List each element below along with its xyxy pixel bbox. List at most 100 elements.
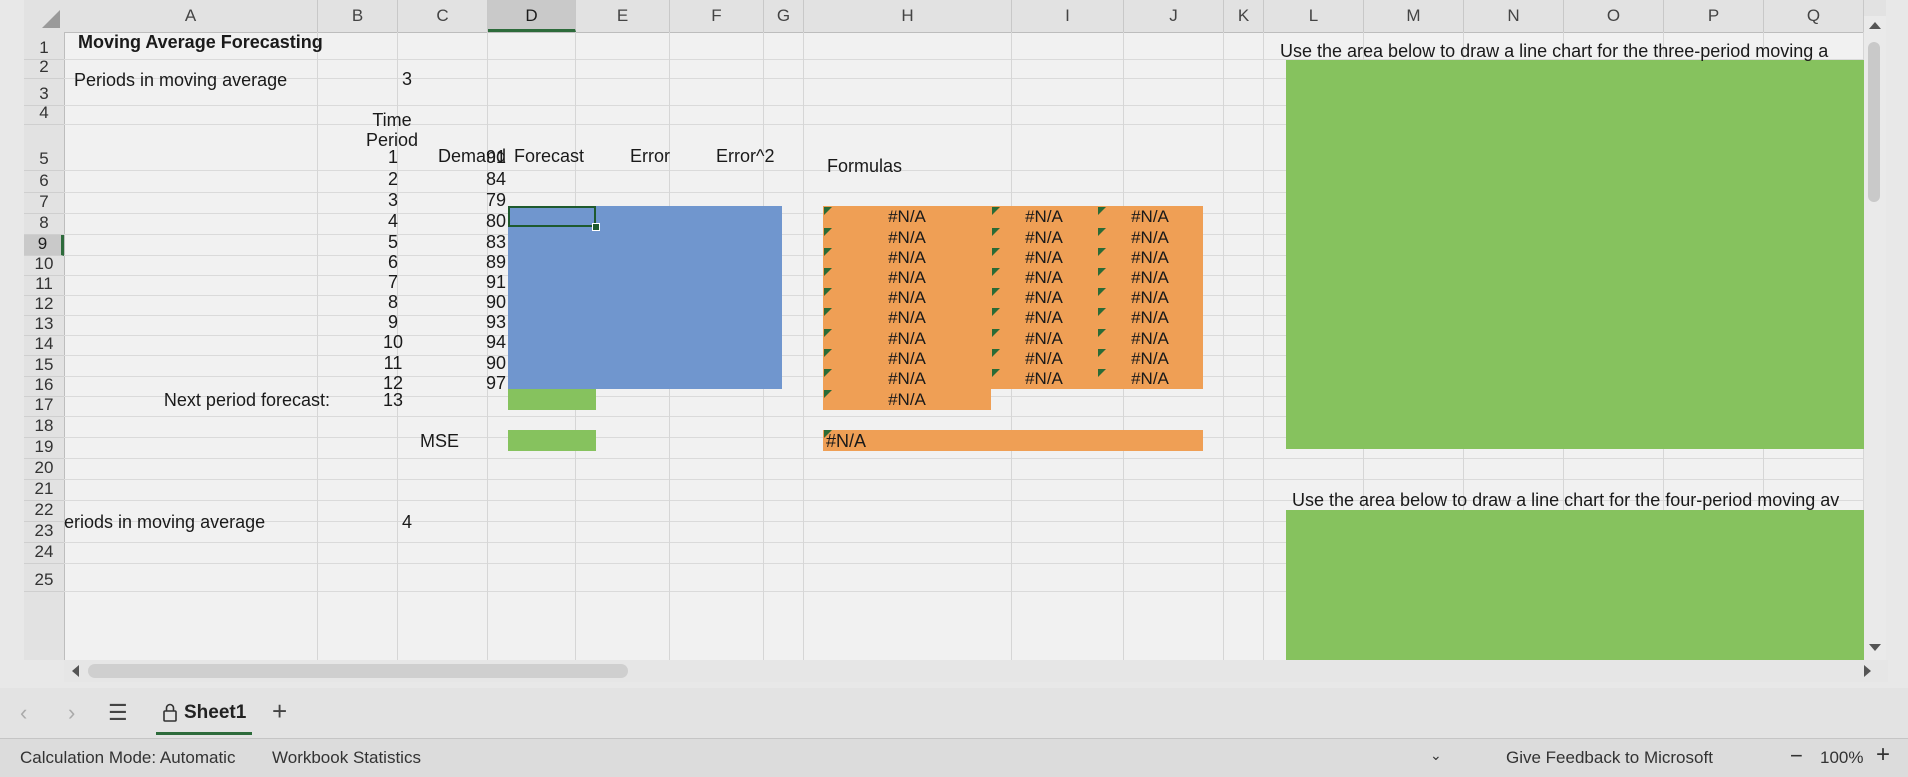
time-period-cell[interactable]: 6	[354, 252, 432, 272]
formula-error-cell[interactable]: #N/A	[823, 390, 991, 410]
demand-cell[interactable]: 91	[444, 147, 506, 167]
row-header-7[interactable]: 7	[24, 192, 64, 214]
column-header-c[interactable]: C	[398, 0, 488, 32]
formula-error-cell[interactable]: #N/A	[823, 308, 991, 328]
column-header-a[interactable]: A	[64, 0, 318, 32]
row-header-14[interactable]: 14	[24, 334, 64, 356]
chart-area-three-period[interactable]	[1286, 60, 1886, 449]
formula-error-cell[interactable]: #N/A	[1097, 349, 1203, 369]
horizontal-scroll-thumb[interactable]	[88, 664, 628, 678]
fill-handle[interactable]	[592, 223, 600, 231]
time-period-cell[interactable]: 8	[354, 292, 432, 312]
formula-error-cell[interactable]: #N/A	[991, 268, 1097, 288]
next-forecast-cell[interactable]	[508, 389, 596, 410]
chart-area-four-period[interactable]	[1286, 510, 1886, 660]
periods2-label-cell[interactable]: Periods in moving average	[64, 512, 265, 532]
formula-error-cell[interactable]: #N/A	[991, 288, 1097, 308]
column-header-h[interactable]: H	[804, 0, 1012, 32]
formula-error-cell[interactable]: #N/A	[1097, 308, 1203, 328]
formula-error-cell[interactable]: #N/A	[991, 207, 1097, 227]
demand-cell[interactable]: 83	[444, 232, 506, 252]
column-header-l[interactable]: L	[1264, 0, 1364, 32]
chart-note-four-period[interactable]: Use the area below to draw a line chart …	[1292, 490, 1886, 510]
column-header-o[interactable]: O	[1564, 0, 1664, 32]
time-period-cell[interactable]: 3	[354, 190, 432, 210]
column-header-k[interactable]: K	[1224, 0, 1264, 32]
time-period-cell[interactable]: 4	[354, 211, 432, 231]
formula-error-cell[interactable]: #N/A	[991, 329, 1097, 349]
vertical-scroll-thumb[interactable]	[1868, 42, 1880, 202]
formula-error-cell[interactable]: #N/A	[991, 369, 1097, 389]
demand-cell[interactable]: 94	[444, 332, 506, 352]
column-header-i[interactable]: I	[1012, 0, 1124, 32]
column-header-b[interactable]: B	[318, 0, 398, 32]
formula-error-cell[interactable]: #N/A	[823, 207, 991, 227]
header-formulas[interactable]: Formulas	[827, 156, 902, 176]
formula-error-cell[interactable]: #N/A	[1097, 268, 1203, 288]
row-header-4[interactable]: 4	[24, 103, 64, 125]
horizontal-scrollbar[interactable]	[64, 660, 1888, 682]
row-header-18[interactable]: 18	[24, 416, 64, 438]
formula-error-cell[interactable]: #N/A	[823, 268, 991, 288]
active-cell-d9[interactable]	[508, 206, 596, 227]
row-header-1[interactable]: 1	[24, 32, 64, 60]
time-period-cell[interactable]: 2	[354, 169, 432, 189]
cell-grid[interactable]: Moving Average Forecasting Periods in mo…	[64, 32, 1886, 660]
header-forecast[interactable]: Forecast	[514, 146, 584, 166]
scroll-down-icon[interactable]	[1869, 644, 1881, 651]
zoom-level[interactable]: 100%	[1820, 748, 1863, 768]
formula-error-cell[interactable]: #N/A	[1097, 248, 1203, 268]
time-period-cell[interactable]: 9	[354, 312, 432, 332]
formula-error-cell[interactable]: #N/A	[1097, 228, 1203, 248]
mse-formula-value[interactable]: #N/A	[826, 431, 866, 451]
row-header-16[interactable]: 16	[24, 375, 64, 397]
row-header-22[interactable]: 22	[24, 500, 64, 522]
vertical-scrollbar[interactable]	[1864, 16, 1886, 660]
header-error[interactable]: Error	[630, 146, 670, 166]
row-header-21[interactable]: 21	[24, 479, 64, 501]
zoom-out-icon[interactable]: −	[1790, 743, 1803, 769]
column-header-m[interactable]: M	[1364, 0, 1464, 32]
mse-formula-cell[interactable]	[823, 430, 1203, 451]
time-period-cell[interactable]: 5	[354, 232, 432, 252]
formula-error-cell[interactable]: #N/A	[1097, 329, 1203, 349]
column-header-q[interactable]: Q	[1764, 0, 1864, 32]
header-error-squared[interactable]: Error^2	[716, 146, 774, 166]
row-header-23[interactable]: 23	[24, 521, 64, 543]
column-header-d[interactable]: D	[488, 0, 576, 32]
row-header-25[interactable]: 25	[24, 564, 64, 592]
periods-value-cell[interactable]: 3	[364, 69, 412, 89]
row-header-2[interactable]: 2	[24, 57, 64, 79]
next-forecast-label-cell[interactable]: Next period forecast:	[74, 390, 330, 410]
column-header-p[interactable]: P	[1664, 0, 1764, 32]
forecast-error-input-range[interactable]	[508, 206, 782, 389]
row-header-8[interactable]: 8	[24, 213, 64, 235]
time-period-cell[interactable]: 7	[354, 272, 432, 292]
demand-cell[interactable]: 89	[444, 252, 506, 272]
periods-label-cell[interactable]: Periods in moving average	[74, 70, 287, 90]
zoom-in-icon[interactable]: +	[1876, 741, 1890, 769]
demand-cell[interactable]: 91	[444, 272, 506, 292]
formula-error-cell[interactable]: #N/A	[1097, 288, 1203, 308]
demand-cell[interactable]: 97	[444, 373, 506, 393]
scroll-up-icon[interactable]	[1869, 22, 1881, 29]
mse-label-cell[interactable]: MSE	[420, 431, 459, 451]
next-sheet-icon[interactable]: ›	[68, 700, 75, 726]
formula-error-cell[interactable]: #N/A	[1097, 369, 1203, 389]
scroll-right-icon[interactable]	[1864, 665, 1871, 677]
formula-error-cell[interactable]: #N/A	[991, 308, 1097, 328]
formula-error-cell[interactable]: #N/A	[823, 349, 991, 369]
workbook-statistics[interactable]: Workbook Statistics	[272, 748, 421, 768]
formula-error-cell[interactable]: #N/A	[823, 288, 991, 308]
header-time-period[interactable]: Time Period	[352, 110, 432, 150]
row-header-5[interactable]: 5	[24, 125, 64, 171]
time-period-cell[interactable]: 10	[354, 332, 432, 352]
scroll-left-icon[interactable]	[72, 665, 79, 677]
formula-error-cell[interactable]: #N/A	[991, 349, 1097, 369]
demand-cell[interactable]: 80	[444, 211, 506, 231]
row-header-24[interactable]: 24	[24, 542, 64, 564]
add-sheet-icon[interactable]: +	[272, 696, 287, 727]
periods2-value-cell[interactable]: 4	[364, 512, 412, 532]
select-all-corner[interactable]	[24, 0, 65, 33]
row-header-10[interactable]: 10	[24, 254, 64, 276]
